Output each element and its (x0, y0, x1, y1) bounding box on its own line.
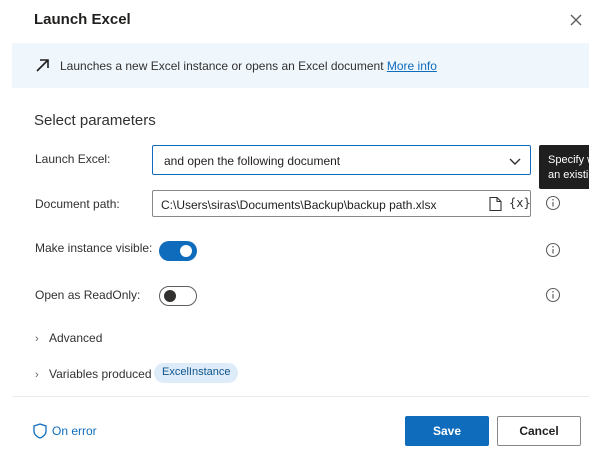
info-icon[interactable] (545, 242, 561, 258)
banner-text: Launches a new Excel instance or opens a… (60, 59, 437, 73)
arrow-up-right-icon (36, 59, 49, 72)
info-banner: Launches a new Excel instance or opens a… (12, 43, 589, 88)
section-title: Select parameters (34, 112, 156, 129)
variables-label: Variables produced (49, 367, 152, 381)
info-icon[interactable] (545, 195, 561, 211)
advanced-label: Advanced (49, 331, 103, 345)
cancel-button[interactable]: Cancel (497, 416, 581, 446)
document-path-value: C:\Users\siras\Documents\Backup\backup p… (161, 198, 437, 212)
info-icon[interactable] (545, 287, 561, 303)
toggle-knob (180, 245, 192, 257)
close-icon (570, 14, 582, 26)
document-path-label: Document path: (35, 197, 120, 211)
variable-icon[interactable]: {x} (509, 196, 531, 210)
on-error-label: On error (52, 424, 97, 438)
tooltip-line-2: an existi (548, 169, 589, 181)
read-only-label: Open as ReadOnly: (35, 288, 141, 302)
chevron-right-icon: › (35, 369, 39, 381)
chevron-right-icon: › (35, 333, 39, 345)
footer-divider (12, 396, 589, 397)
file-icon[interactable] (488, 196, 503, 212)
shield-icon (33, 423, 47, 439)
save-button[interactable]: Save (405, 416, 489, 446)
tooltip: Specify w an existi (539, 145, 589, 189)
banner-description: Launches a new Excel instance or opens a… (60, 59, 384, 73)
launch-excel-dropdown[interactable]: and open the following document (152, 145, 531, 175)
launch-excel-label: Launch Excel: (35, 152, 111, 166)
read-only-toggle[interactable] (159, 286, 197, 306)
launch-excel-dialog: Launch Excel Launches a new Excel instan… (0, 0, 589, 450)
on-error-link[interactable]: On error (33, 423, 97, 439)
advanced-expander[interactable]: › Advanced (35, 331, 102, 345)
launch-excel-value: and open the following document (164, 154, 341, 168)
chevron-down-icon (509, 158, 521, 165)
make-visible-toggle[interactable] (159, 241, 197, 261)
make-visible-label: Make instance visible: (35, 241, 153, 255)
variable-pill[interactable]: ExcelInstance (154, 363, 239, 383)
dialog-title: Launch Excel (34, 11, 131, 28)
document-path-input[interactable]: C:\Users\siras\Documents\Backup\backup p… (152, 190, 531, 217)
tooltip-line-1: Specify w (548, 154, 589, 166)
toggle-knob (164, 290, 176, 302)
more-info-link[interactable]: More info (387, 59, 437, 73)
variables-expander[interactable]: › Variables produced (35, 367, 152, 381)
close-button[interactable] (567, 11, 585, 29)
